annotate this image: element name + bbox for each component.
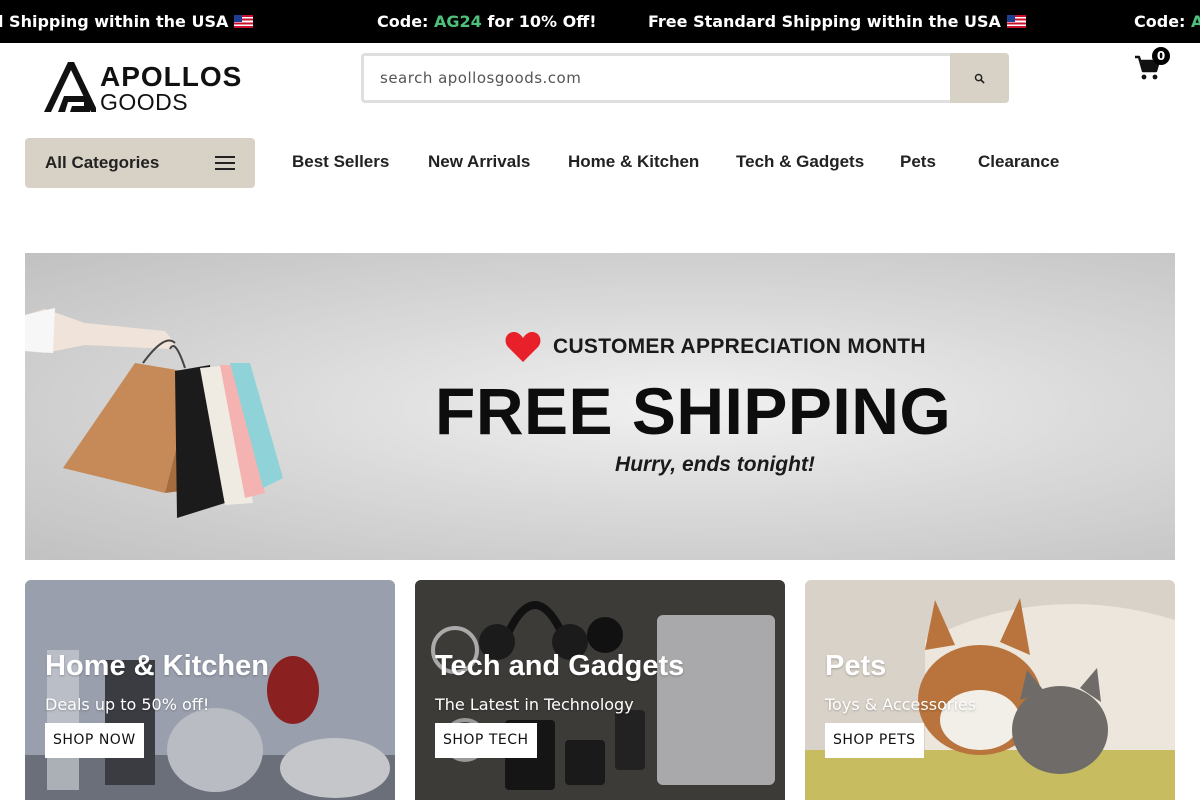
search-icon xyxy=(974,73,985,84)
site-logo[interactable]: APOLLOS GOODS xyxy=(44,62,241,115)
hero-tagline-text: CUSTOMER APPRECIATION MONTH xyxy=(553,335,926,358)
nav-home-kitchen[interactable]: Home & Kitchen xyxy=(568,152,699,172)
search-bar xyxy=(361,53,1009,103)
logo-text-top: APOLLOS xyxy=(100,61,243,92)
card-subtitle: Deals up to 50% off! xyxy=(45,695,210,714)
nav-pets[interactable]: Pets xyxy=(900,152,936,172)
card-subtitle: The Latest in Technology xyxy=(435,695,634,714)
heart-icon xyxy=(505,332,541,362)
announcement-item: Free Standard Shipping within the USA xyxy=(648,0,1026,43)
announcement-item: l Shipping within the USA xyxy=(0,0,254,43)
promo-code: AG xyxy=(1191,12,1200,31)
all-categories-label: All Categories xyxy=(45,153,160,172)
cart-count-badge: 0 xyxy=(1152,47,1170,65)
hero-title: FREE SHIPPING xyxy=(435,374,952,448)
promo-code: AG24 xyxy=(434,12,482,31)
hero-tagline: CUSTOMER APPRECIATION MONTH xyxy=(505,331,926,363)
category-card-home-kitchen[interactable]: Home & Kitchen Deals up to 50% off! SHOP… xyxy=(25,580,395,800)
search-input[interactable] xyxy=(364,56,950,100)
nav-clearance[interactable]: Clearance xyxy=(978,152,1059,172)
hamburger-icon xyxy=(215,156,235,170)
nav-new-arrivals[interactable]: New Arrivals xyxy=(428,152,530,172)
logo-mark-icon xyxy=(44,62,96,112)
shop-now-button[interactable]: SHOP NOW xyxy=(45,723,144,758)
cart-button[interactable]: 0 xyxy=(1134,47,1174,85)
shop-pets-button[interactable]: SHOP PETS xyxy=(825,723,924,758)
search-button[interactable] xyxy=(950,53,1009,103)
nav-best-sellers[interactable]: Best Sellers xyxy=(292,152,389,172)
announcement-item: Code: AG24 for 10% Off! xyxy=(377,12,597,31)
logo-text-bottom: GOODS xyxy=(100,89,189,115)
hero-subtitle: Hurry, ends tonight! xyxy=(615,453,815,476)
hero-banner[interactable]: CUSTOMER APPRECIATION MONTH FREE SHIPPIN… xyxy=(25,253,1175,560)
tech-gadgets-image xyxy=(415,580,785,800)
card-title: Pets xyxy=(825,650,887,682)
card-title: Home & Kitchen xyxy=(45,650,269,682)
pets-image xyxy=(805,580,1175,800)
card-subtitle: Toys & Accessories xyxy=(825,695,977,714)
us-flag-icon xyxy=(1006,15,1026,28)
shop-tech-button[interactable]: SHOP TECH xyxy=(435,723,537,758)
announcement-bar: l Shipping within the USA Code: AG24 for… xyxy=(0,0,1200,43)
category-card-tech[interactable]: Tech and Gadgets The Latest in Technolog… xyxy=(415,580,785,800)
category-card-pets[interactable]: Pets Toys & Accessories SHOP PETS xyxy=(805,580,1175,800)
shopping-bags-image xyxy=(25,308,283,518)
nav-tech-gadgets[interactable]: Tech & Gadgets xyxy=(736,152,864,172)
all-categories-button[interactable]: All Categories xyxy=(25,138,255,188)
card-title: Tech and Gadgets xyxy=(435,650,685,682)
us-flag-icon xyxy=(234,15,254,28)
home-kitchen-image xyxy=(25,580,395,800)
announcement-item: Code: AG xyxy=(1134,0,1200,43)
